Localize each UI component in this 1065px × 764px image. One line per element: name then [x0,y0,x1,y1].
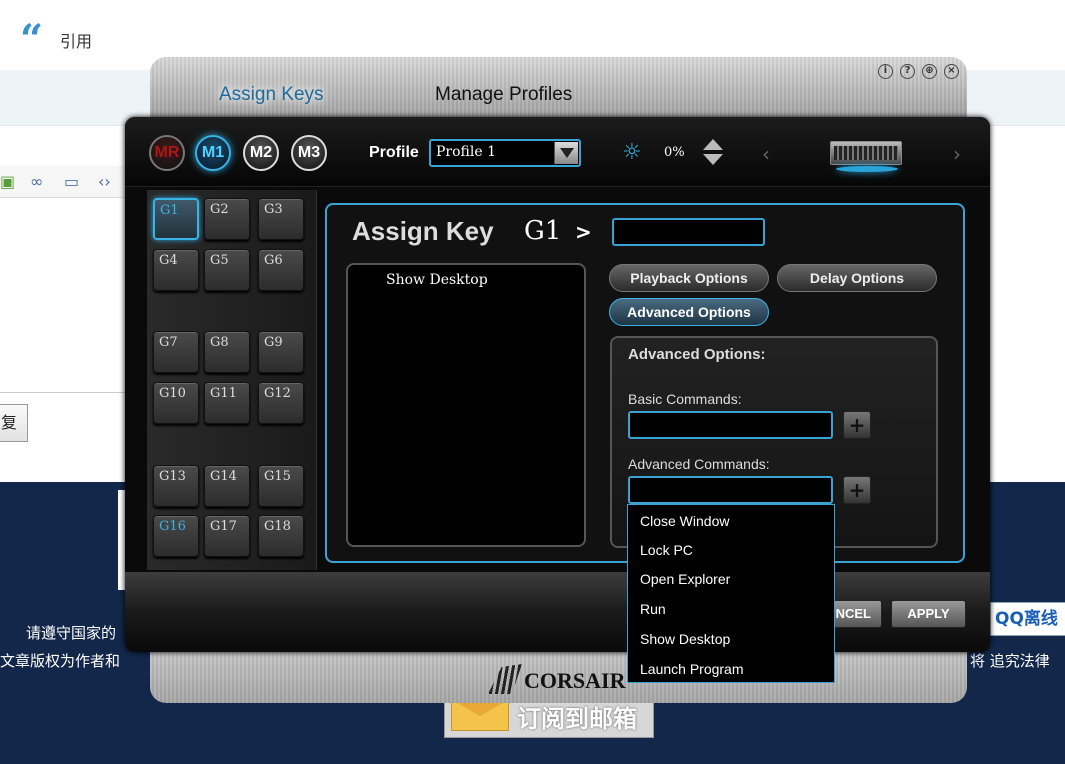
gkey-g5[interactable]: G5 [204,249,250,291]
keyboard-image [830,141,902,165]
profile-select[interactable]: Profile 1 [429,139,581,167]
assign-key-name: G1 [524,216,562,246]
gkey-g9[interactable]: G9 [258,331,304,373]
gkey-g1[interactable]: G1 [153,198,199,240]
gkey-g14[interactable]: G14 [204,465,250,507]
brand-name: CORSAIR [524,668,626,693]
delay-options-button[interactable]: Delay Options [777,264,937,292]
corsair-logo: CORSAIR [488,664,628,698]
gkey-g15[interactable]: G15 [258,465,304,507]
comment-icon[interactable]: ▭ [64,172,79,191]
footer-copyright-right: 将 追究法律 [970,652,1050,670]
link-icon[interactable]: ∞ [30,172,43,191]
advanced-options-button[interactable]: Advanced Options [609,298,769,326]
playback-options-button[interactable]: Playback Options [609,264,769,292]
gkey-g18[interactable]: G18 [258,515,304,557]
globe-icon[interactable]: ⊕ [922,64,937,79]
footer-copyright: 文章版权为作者和 [0,652,121,670]
tab-manage-profiles[interactable]: Manage Profiles [435,84,572,106]
advanced-options-title: Advanced Options: [628,346,766,363]
help-icon[interactable]: ? [900,64,915,79]
profile-value: Profile 1 [436,144,496,160]
mode-mr-button[interactable]: MR [149,135,185,171]
info-icon[interactable]: i [878,64,893,79]
menu-item-close-window[interactable]: Close Window [640,513,729,529]
qq-offline-button[interactable]: QQ离线 [990,602,1065,636]
chevron-right-icon: > [575,220,592,244]
mode-m3-button[interactable]: M3 [291,135,327,171]
menu-item-lock-pc[interactable]: Lock PC [640,542,693,558]
arrow-up-icon[interactable] [703,139,723,150]
profile-label: Profile [369,144,419,161]
gkey-g16[interactable]: G16 [153,515,199,557]
desktop-stage: { "background": { "quote_label": "引用", "… [0,0,1065,764]
footer-notice: 请遵守国家的 [26,624,117,642]
gkey-g3[interactable]: G3 [258,198,304,240]
macro-name-input[interactable] [612,218,765,246]
subscribe-label: 订阅到邮箱 [517,705,637,733]
gkey-g8[interactable]: G8 [204,331,250,373]
gkey-g11[interactable]: G11 [204,382,250,424]
add-advanced-command-button[interactable]: + [843,476,871,504]
chevron-right-icon[interactable]: › [953,142,961,166]
tab-assign-keys[interactable]: Assign Keys [219,84,324,106]
menu-item-show-desktop[interactable]: Show Desktop [640,631,730,647]
gkey-g2[interactable]: G2 [204,198,250,240]
quote-icon: “ [20,16,44,63]
list-item[interactable]: Show Desktop [386,272,488,288]
gkey-panel [147,190,317,570]
mode-m2-button[interactable]: M2 [243,135,279,171]
advanced-commands-label: Advanced Commands: [628,456,770,472]
gkey-g12[interactable]: G12 [258,382,304,424]
advanced-commands-dropdown: Close Window Lock PC Open Explorer Run S… [627,504,835,683]
macro-list[interactable]: Show Desktop [346,263,586,547]
gkey-g6[interactable]: G6 [258,249,304,291]
quote-label: 引用 [60,32,93,51]
basic-commands-input[interactable] [628,411,833,439]
chevron-left-icon[interactable]: ‹ [762,142,770,166]
arrow-down-icon[interactable] [703,154,723,165]
code-icon[interactable]: ‹› [98,172,111,191]
gkey-g10[interactable]: G10 [153,382,199,424]
keyboard-glow [836,166,898,172]
basic-commands-label: Basic Commands: [628,391,742,407]
mode-m1-button[interactable]: M1 [195,135,231,171]
gkey-g13[interactable]: G13 [153,465,199,507]
gkey-g17[interactable]: G17 [204,515,250,557]
image-icon[interactable]: ▣ [0,172,15,191]
gkey-g4[interactable]: G4 [153,249,199,291]
chevron-down-icon[interactable] [554,142,578,164]
corsair-sail-icon [488,664,522,694]
advanced-commands-input[interactable] [628,476,833,504]
brightness-stepper[interactable] [703,139,723,167]
brightness-icon: ☼ [622,140,642,165]
menu-item-open-explorer[interactable]: Open Explorer [640,571,730,587]
close-icon[interactable]: × [944,64,959,79]
reply-button[interactable]: 复 [0,404,28,442]
apply-button[interactable]: APPLY [891,600,966,628]
menu-item-run[interactable]: Run [640,601,666,617]
brightness-value: 0% [664,145,685,160]
menu-item-launch-program[interactable]: Launch Program [640,661,744,677]
envelope-icon [451,699,509,731]
gkey-g7[interactable]: G7 [153,331,199,373]
add-basic-command-button[interactable]: + [843,411,871,439]
assign-key-title: Assign Key [352,216,494,246]
